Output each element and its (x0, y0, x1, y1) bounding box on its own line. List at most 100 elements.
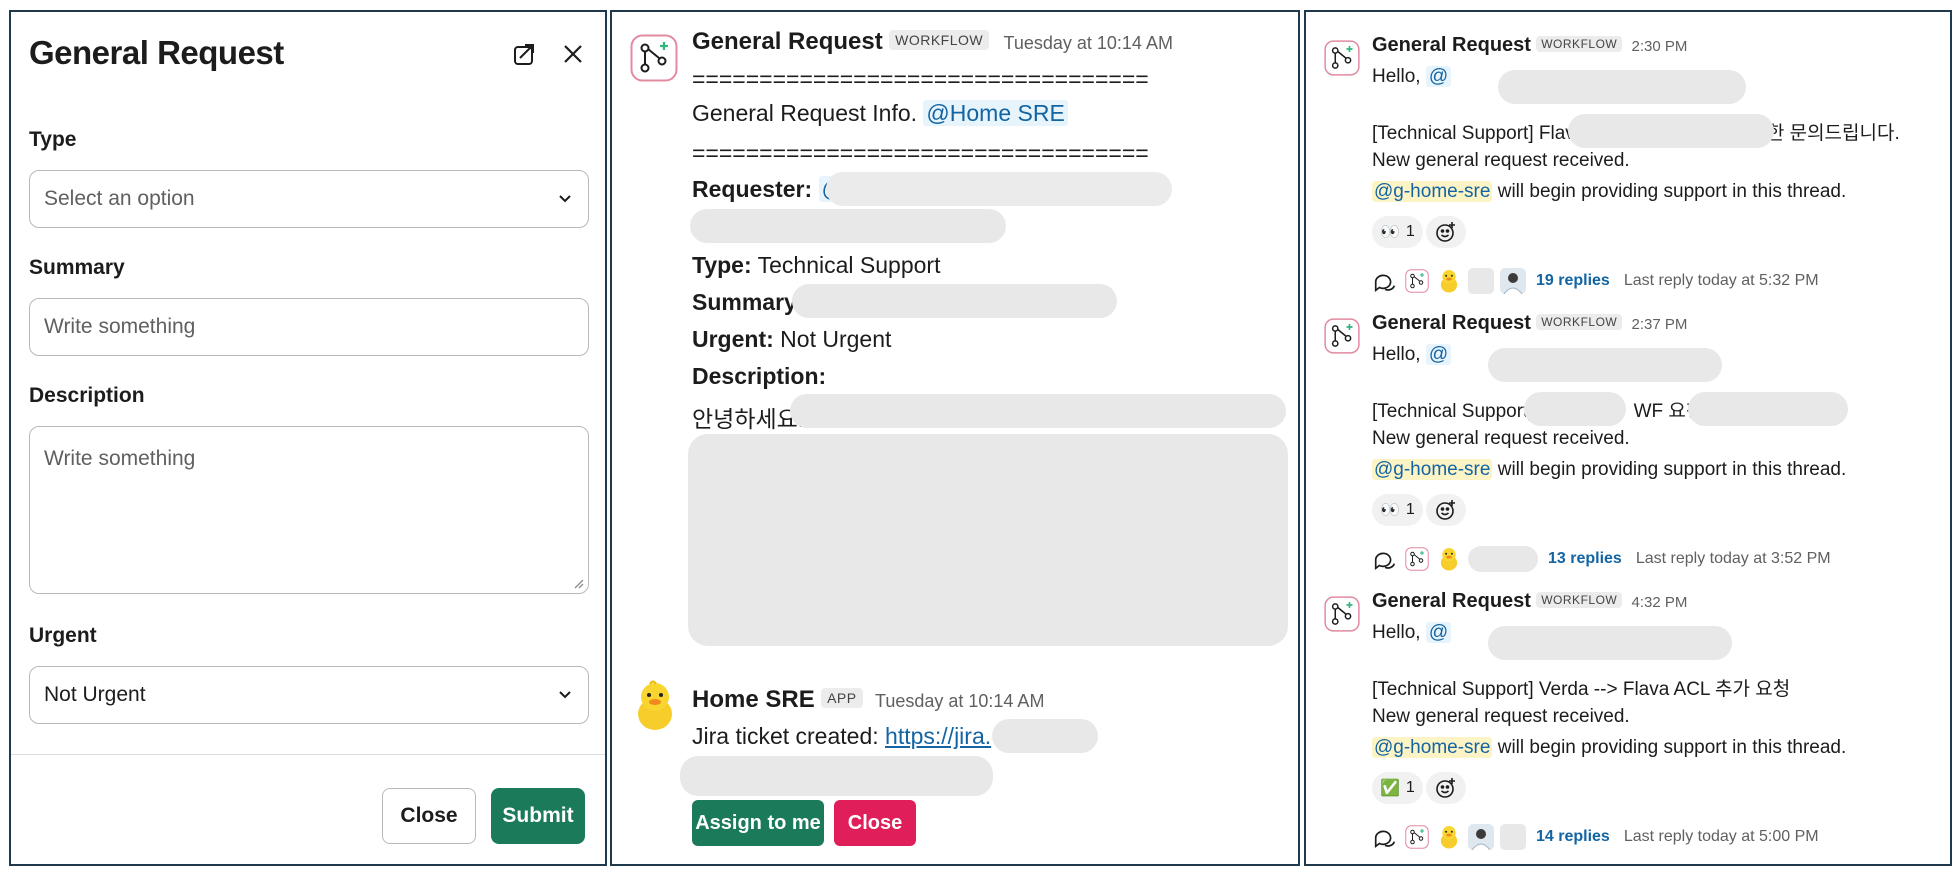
jira-text: Jira ticket created: (692, 723, 879, 749)
replies-link[interactable]: 19 replies (1536, 272, 1610, 290)
description-label: Description (29, 384, 145, 407)
redacted-block (792, 284, 1117, 318)
replies-link[interactable]: 14 replies (1536, 828, 1610, 846)
subject-text: [Technical Support] Flava (1372, 123, 1586, 144)
redacted-block (1568, 114, 1774, 148)
user-mention[interactable]: @ (1425, 66, 1452, 87)
redacted-block (1688, 392, 1848, 426)
new-request-text: New general request received. (1372, 150, 1630, 171)
description-textarea[interactable]: Write something (29, 426, 589, 594)
timestamp[interactable]: Tuesday at 10:14 AM (1004, 33, 1173, 53)
reaction-pill[interactable]: 👀 1 (1372, 494, 1423, 526)
reaction-pill[interactable]: ✅ 1 (1372, 772, 1423, 804)
redacted-block (690, 209, 1006, 243)
close-request-button[interactable]: Close (834, 800, 916, 846)
user-mention[interactable]: @ (1425, 622, 1452, 643)
description-label: Description: (692, 363, 827, 389)
description-placeholder: Write something (44, 447, 196, 470)
workflow-icon[interactable] (1324, 40, 1360, 81)
footer-divider (11, 754, 605, 755)
workflow-icon[interactable] (1324, 318, 1360, 359)
new-window-icon[interactable] (507, 36, 543, 72)
last-reply-text: Last reply today at 3:52 PM (1635, 550, 1831, 567)
bot-timestamp[interactable]: Tuesday at 10:14 AM (875, 691, 1044, 711)
separator-line: ================================== (692, 140, 1149, 166)
redacted-block (992, 719, 1098, 753)
hello-text: Hello, (1372, 66, 1421, 87)
duck-icon (1436, 268, 1462, 294)
urgent-select[interactable]: Not Urgent (29, 666, 589, 724)
new-request-text: New general request received. (1372, 706, 1630, 727)
thread-icon[interactable] (1372, 824, 1398, 850)
avatar (1468, 546, 1538, 572)
avatar (1500, 268, 1526, 294)
avatar (1500, 824, 1526, 850)
type-value: Technical Support (757, 252, 941, 278)
support-text: will begin providing support in this thr… (1497, 459, 1847, 480)
submit-button[interactable]: Submit (491, 788, 585, 844)
home-sre-mention[interactable]: @Home SRE (923, 100, 1068, 126)
workflow-icon[interactable] (1324, 596, 1360, 637)
reaction-emoji: ✅ (1380, 780, 1400, 797)
type-select[interactable]: Select an option (29, 170, 589, 228)
avatar (1468, 824, 1494, 850)
redacted-block (688, 434, 1288, 646)
thread-icon[interactable] (1372, 268, 1398, 294)
urgent-value: Not Urgent (780, 326, 892, 352)
sender-name[interactable]: General Request (1372, 312, 1531, 334)
timestamp[interactable]: 4:32 PM (1632, 594, 1688, 611)
timestamp[interactable]: 2:30 PM (1632, 38, 1688, 55)
last-reply-text: Last reply today at 5:32 PM (1623, 272, 1819, 289)
summary-placeholder: Write something (44, 315, 196, 338)
app-tag: APP (821, 688, 863, 708)
group-mention[interactable]: @g-home-sre (1372, 181, 1493, 202)
group-mention[interactable]: @g-home-sre (1372, 737, 1493, 758)
redacted-block (1488, 348, 1722, 382)
close-button[interactable]: Close (382, 788, 476, 844)
replies-link[interactable]: 13 replies (1548, 550, 1622, 568)
group-mention[interactable]: @g-home-sre (1372, 459, 1493, 480)
reaction-count: 1 (1405, 779, 1415, 796)
reaction-emoji: 👀 (1380, 224, 1400, 241)
reaction-pill[interactable]: 👀 1 (1372, 216, 1423, 248)
redacted-block (790, 394, 1286, 428)
type-label: Type: (692, 252, 752, 278)
close-icon[interactable] (555, 36, 591, 72)
timestamp[interactable]: 2:37 PM (1632, 316, 1688, 333)
thread-summary[interactable]: 19 replies Last reply today at 5:32 PM (1372, 266, 1819, 296)
new-request-text: New general request received. (1372, 428, 1630, 449)
urgent-label: Urgent (29, 624, 97, 647)
resize-handle-icon[interactable] (572, 577, 584, 589)
bot-sender-name[interactable]: Home SRE (692, 686, 815, 713)
duck-icon[interactable] (632, 680, 678, 732)
channel-feed-panel: General Request WORKFLOW 2:30 PM Hello, @… (1304, 10, 1952, 866)
reaction-count: 1 (1405, 223, 1415, 240)
summary-input[interactable]: Write something (29, 298, 589, 356)
sender-name[interactable]: General Request (1372, 590, 1531, 612)
summary-label: Summary (29, 256, 125, 279)
user-mention[interactable]: @ (1425, 344, 1452, 365)
sender-name[interactable]: General Request (692, 28, 883, 55)
summary-label: Summary: (692, 289, 805, 315)
add-reaction-icon[interactable] (1426, 494, 1466, 526)
redacted-block (1498, 70, 1746, 104)
redacted-block (1488, 626, 1732, 660)
reaction-emoji: 👀 (1380, 502, 1400, 519)
thread-summary[interactable]: 14 replies Last reply today at 5:00 PM (1372, 822, 1819, 852)
avatar (1468, 268, 1494, 294)
request-detail-panel: General Request WORKFLOW Tuesday at 10:1… (610, 10, 1300, 866)
separator-line: ================================== (692, 66, 1149, 92)
add-reaction-icon[interactable] (1426, 772, 1466, 804)
jira-link[interactable]: https://jira. (885, 723, 991, 749)
thread-icon[interactable] (1372, 546, 1398, 572)
hello-text: Hello, (1372, 622, 1421, 643)
hello-text: Hello, (1372, 344, 1421, 365)
reaction-count: 1 (1405, 501, 1415, 518)
support-text: will begin providing support in this thr… (1497, 181, 1847, 202)
add-reaction-icon[interactable] (1426, 216, 1466, 248)
thread-summary[interactable]: 13 replies Last reply today at 3:52 PM (1372, 544, 1831, 574)
workflow-icon[interactable] (630, 34, 678, 82)
assign-to-me-button[interactable]: Assign to me (692, 800, 824, 846)
chevron-down-icon (559, 195, 571, 203)
sender-name[interactable]: General Request (1372, 34, 1531, 56)
